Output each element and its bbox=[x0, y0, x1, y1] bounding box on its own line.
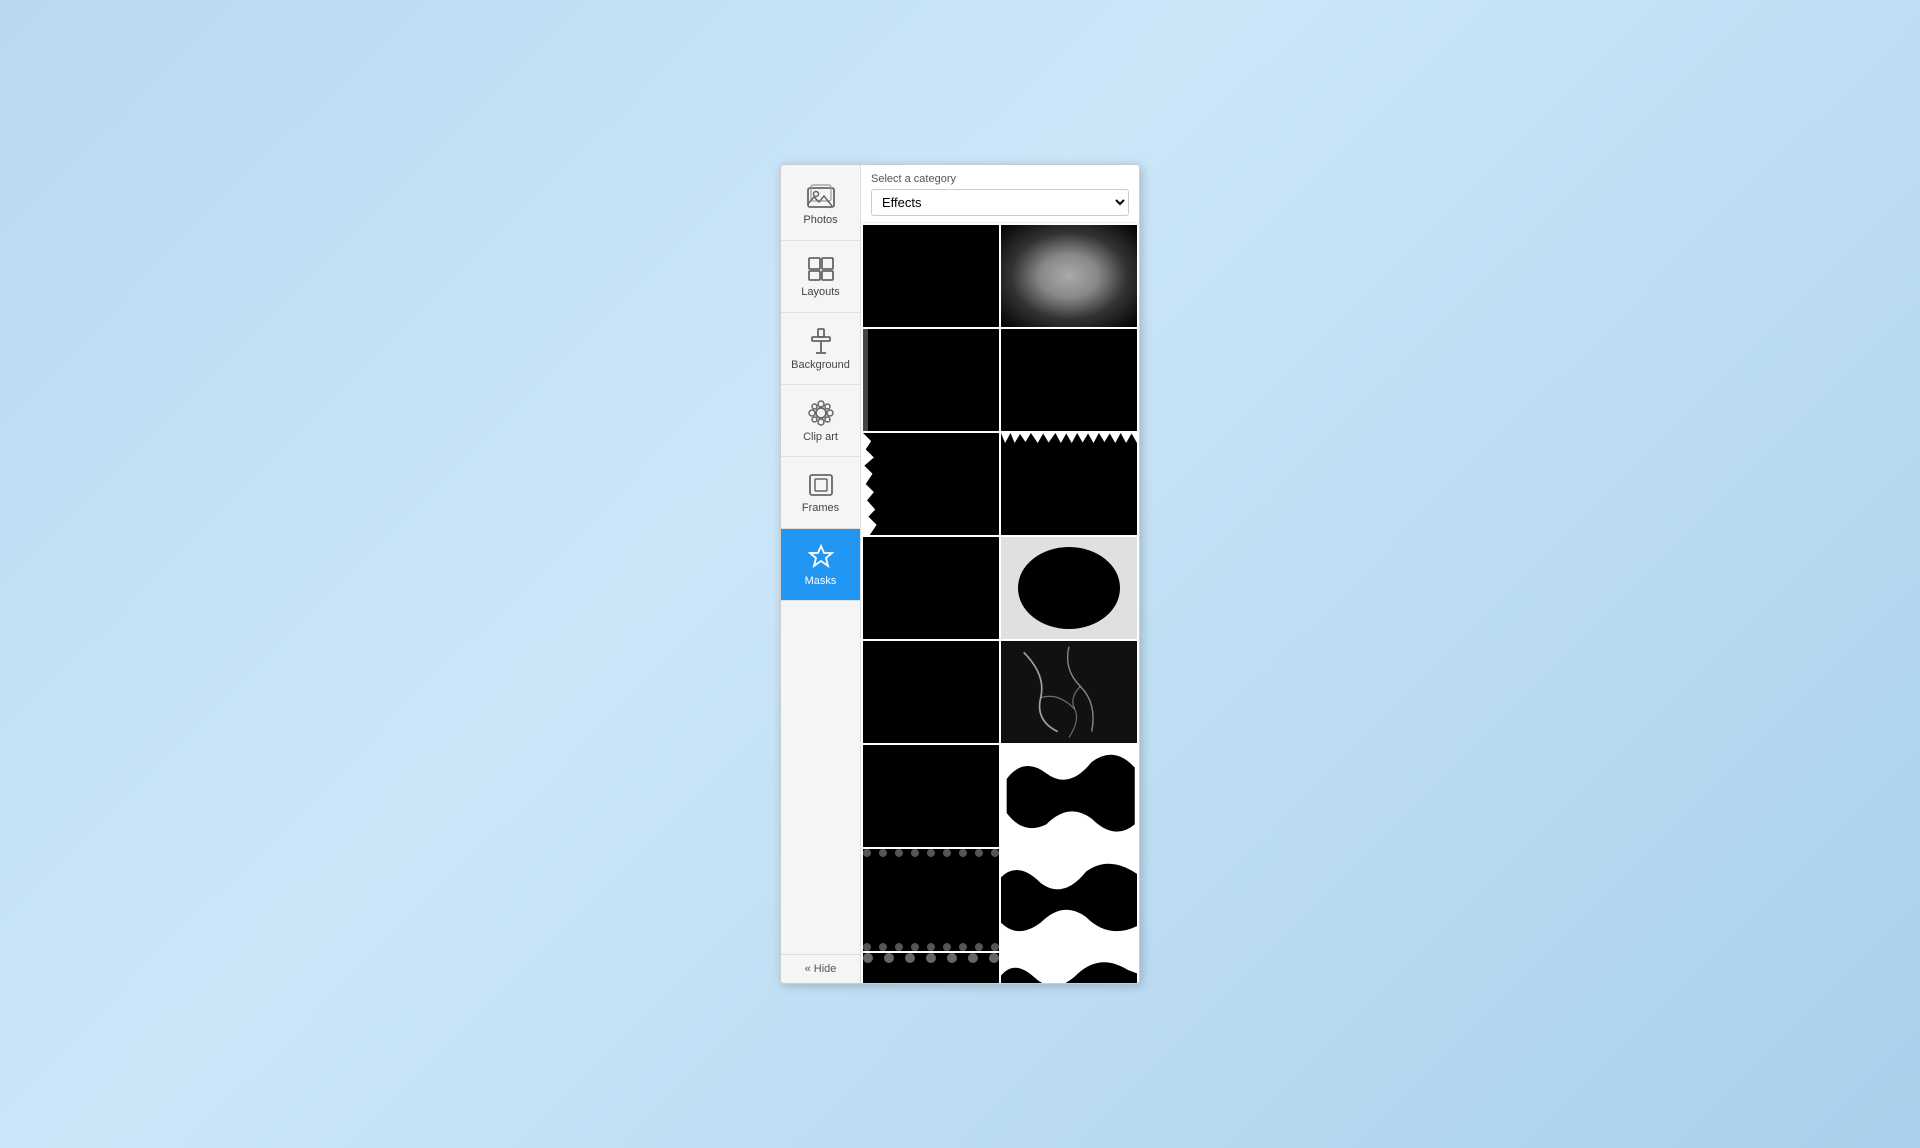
mask-item-11[interactable] bbox=[863, 745, 999, 847]
mask-item-7[interactable] bbox=[863, 537, 999, 639]
sidebar-label-masks: Masks bbox=[805, 575, 837, 587]
layouts-icon bbox=[807, 256, 835, 282]
mask-grid bbox=[861, 223, 1139, 983]
sidebar-label-frames: Frames bbox=[802, 502, 839, 514]
frames-icon bbox=[807, 472, 835, 498]
mask-item-3[interactable] bbox=[863, 329, 999, 431]
mask-item-8[interactable] bbox=[1001, 537, 1137, 639]
mask-item-13[interactable] bbox=[863, 849, 999, 951]
hide-button[interactable]: « Hide bbox=[781, 954, 860, 983]
mask-item-15[interactable] bbox=[863, 953, 999, 983]
main-panel: Select a category Effects Basic Grunge V… bbox=[861, 165, 1139, 983]
mask-item-4[interactable] bbox=[1001, 329, 1137, 431]
sidebar-label-clip-art: Clip art bbox=[803, 431, 838, 443]
sidebar-item-clip-art[interactable]: Clip art bbox=[781, 385, 860, 457]
mask-item-9[interactable] bbox=[863, 641, 999, 743]
sidebar-item-layouts[interactable]: Layouts bbox=[781, 241, 860, 313]
mask-item-2[interactable] bbox=[1001, 225, 1137, 327]
masks-icon bbox=[807, 543, 835, 571]
app-window: Photos Layouts Background bbox=[780, 164, 1140, 984]
mask-item-16[interactable] bbox=[1001, 953, 1137, 983]
mask-item-6[interactable] bbox=[1001, 433, 1137, 535]
sidebar-label-layouts: Layouts bbox=[801, 286, 840, 298]
masks-scroll-area[interactable] bbox=[861, 223, 1139, 983]
mask-item-12[interactable] bbox=[1001, 745, 1137, 847]
category-select[interactable]: Effects Basic Grunge Vintage Geometric bbox=[871, 189, 1129, 216]
hide-label: Hide bbox=[814, 963, 837, 975]
mask-item-14[interactable] bbox=[1001, 849, 1137, 951]
mask-item-1[interactable] bbox=[863, 225, 999, 327]
photos-icon bbox=[806, 184, 836, 210]
background-icon bbox=[808, 327, 834, 355]
mask-item-5[interactable] bbox=[863, 433, 999, 535]
panel-header: Select a category Effects Basic Grunge V… bbox=[861, 165, 1139, 223]
mask-item-10[interactable] bbox=[1001, 641, 1137, 743]
sidebar-label-photos: Photos bbox=[803, 214, 837, 226]
sidebar-item-photos[interactable]: Photos bbox=[781, 169, 860, 241]
clip-art-icon bbox=[807, 399, 835, 427]
sidebar-label-background: Background bbox=[791, 359, 850, 371]
sidebar-item-background[interactable]: Background bbox=[781, 313, 860, 385]
category-label: Select a category bbox=[871, 173, 1129, 185]
sidebar: Photos Layouts Background bbox=[781, 165, 861, 983]
sidebar-item-masks[interactable]: Masks bbox=[781, 529, 860, 601]
sidebar-item-frames[interactable]: Frames bbox=[781, 457, 860, 529]
